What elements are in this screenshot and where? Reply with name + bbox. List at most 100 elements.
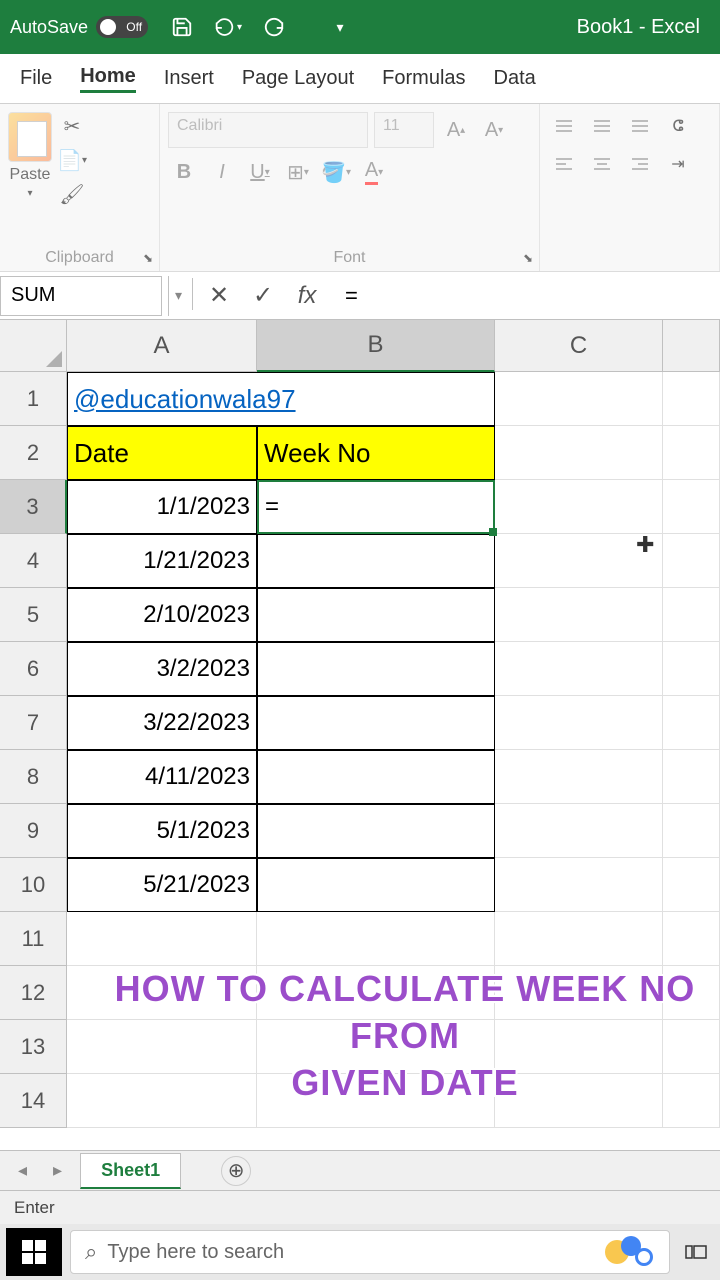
align-bottom-icon[interactable] (624, 112, 656, 140)
cell-c8[interactable] (495, 750, 663, 804)
sheet-tab-1[interactable]: Sheet1 (80, 1153, 181, 1189)
cell-b11[interactable] (257, 912, 495, 966)
menu-file[interactable]: File (20, 67, 52, 90)
sheet-prev-icon[interactable]: ◂ (10, 1160, 35, 1181)
row-header-9[interactable]: 9 (0, 804, 67, 858)
cell-b8[interactable] (257, 750, 495, 804)
row-header-1[interactable]: 1 (0, 372, 67, 426)
autosave-toggle[interactable]: AutoSave Off (10, 16, 148, 38)
underline-button[interactable]: U▾ (244, 156, 276, 188)
paste-button[interactable]: Paste ▾ (8, 112, 52, 208)
toggle-switch[interactable]: Off (96, 16, 148, 38)
menu-page-layout[interactable]: Page Layout (242, 67, 354, 90)
row-header-5[interactable]: 5 (0, 588, 67, 642)
redo-icon[interactable] (260, 13, 288, 41)
decrease-font-icon[interactable]: A▾ (478, 114, 510, 146)
fill-color-button[interactable]: 🪣▾ (320, 156, 352, 188)
cell-d7[interactable] (663, 696, 720, 750)
enter-formula-icon[interactable]: ✓ (245, 278, 281, 314)
col-header-b[interactable]: B (257, 320, 495, 372)
task-view-icon[interactable] (678, 1234, 714, 1270)
cell-a5[interactable]: 2/10/2023 (67, 588, 257, 642)
dialog-launcher-icon[interactable]: ⬊ (523, 251, 533, 265)
row-header-10[interactable]: 10 (0, 858, 67, 912)
cell-a3[interactable]: 1/1/2023 (67, 480, 257, 534)
cell-d3[interactable] (663, 480, 720, 534)
font-color-button[interactable]: A▾ (358, 156, 390, 188)
cell-c5[interactable] (495, 588, 663, 642)
menu-insert[interactable]: Insert (164, 67, 214, 90)
undo-icon[interactable]: ▾ (214, 13, 242, 41)
cell-a8[interactable]: 4/11/2023 (67, 750, 257, 804)
cell-c10[interactable] (495, 858, 663, 912)
row-header-3[interactable]: 3 (0, 480, 67, 534)
format-painter-icon[interactable]: 🖌 (58, 180, 86, 208)
cell-d4[interactable] (663, 534, 720, 588)
col-header-c[interactable]: C (495, 320, 663, 372)
cell-b7[interactable] (257, 696, 495, 750)
row-header-7[interactable]: 7 (0, 696, 67, 750)
save-icon[interactable] (168, 13, 196, 41)
indent-icon[interactable]: ⇥ (662, 150, 694, 178)
cell-c11[interactable] (495, 912, 663, 966)
row-header-13[interactable]: 13 (0, 1020, 67, 1074)
col-header-a[interactable]: A (67, 320, 257, 372)
cell-a4[interactable]: 1/21/2023 (67, 534, 257, 588)
bold-button[interactable]: B (168, 156, 200, 188)
cell-c6[interactable] (495, 642, 663, 696)
customize-icon[interactable]: ▾ (326, 13, 354, 41)
row-header-8[interactable]: 8 (0, 750, 67, 804)
increase-font-icon[interactable]: A▴ (440, 114, 472, 146)
row-header-14[interactable]: 14 (0, 1074, 67, 1128)
font-name-select[interactable]: Calibri (168, 112, 368, 148)
cell-d11[interactable] (663, 912, 720, 966)
row-header-6[interactable]: 6 (0, 642, 67, 696)
cell-d8[interactable] (663, 750, 720, 804)
cell-b2[interactable]: Week No (257, 426, 495, 480)
cell-b5[interactable] (257, 588, 495, 642)
cell-d2[interactable] (663, 426, 720, 480)
cut-icon[interactable]: ✂ (58, 112, 86, 140)
align-top-icon[interactable] (548, 112, 580, 140)
taskbar-search[interactable]: ⌕ Type here to search (70, 1230, 670, 1274)
cell-b6[interactable] (257, 642, 495, 696)
row-header-12[interactable]: 12 (0, 966, 67, 1020)
cell-d1[interactable] (663, 372, 720, 426)
cell-b3[interactable] (257, 480, 495, 534)
cell-a10[interactable]: 5/21/2023 (67, 858, 257, 912)
menu-data[interactable]: Data (494, 67, 536, 90)
cell-c9[interactable] (495, 804, 663, 858)
cell-d9[interactable] (663, 804, 720, 858)
menu-home[interactable]: Home (80, 65, 136, 93)
cell-d6[interactable] (663, 642, 720, 696)
fill-handle[interactable] (489, 528, 497, 536)
cell-a2[interactable]: Date (67, 426, 257, 480)
italic-button[interactable]: I (206, 156, 238, 188)
add-sheet-icon[interactable]: ⊕ (221, 1156, 251, 1186)
cell-c1[interactable] (495, 372, 663, 426)
select-all-corner[interactable] (0, 320, 67, 372)
formula-input[interactable] (335, 283, 720, 309)
col-header-d[interactable] (663, 320, 720, 372)
align-left-icon[interactable] (548, 150, 580, 178)
cancel-formula-icon[interactable]: ✕ (201, 278, 237, 314)
start-button[interactable] (6, 1228, 62, 1276)
cell-b3-input[interactable] (265, 493, 487, 521)
cell-b10[interactable] (257, 858, 495, 912)
row-header-2[interactable]: 2 (0, 426, 67, 480)
cell-c3[interactable] (495, 480, 663, 534)
copy-icon[interactable]: 📄▾ (58, 146, 86, 174)
align-center-icon[interactable] (586, 150, 618, 178)
cell-d10[interactable] (663, 858, 720, 912)
dialog-launcher-icon[interactable]: ⬊ (143, 251, 153, 265)
row-header-4[interactable]: 4 (0, 534, 67, 588)
font-size-select[interactable]: 11 (374, 112, 434, 148)
row-header-11[interactable]: 11 (0, 912, 67, 966)
fx-icon[interactable]: fx (289, 278, 325, 314)
orientation-icon[interactable]: ⵛ (662, 112, 694, 140)
cell-a7[interactable]: 3/22/2023 (67, 696, 257, 750)
cell-a9[interactable]: 5/1/2023 (67, 804, 257, 858)
sheet-next-icon[interactable]: ▸ (45, 1160, 70, 1181)
align-middle-icon[interactable] (586, 112, 618, 140)
cell-a1[interactable]: @educationwala97 (67, 372, 495, 426)
